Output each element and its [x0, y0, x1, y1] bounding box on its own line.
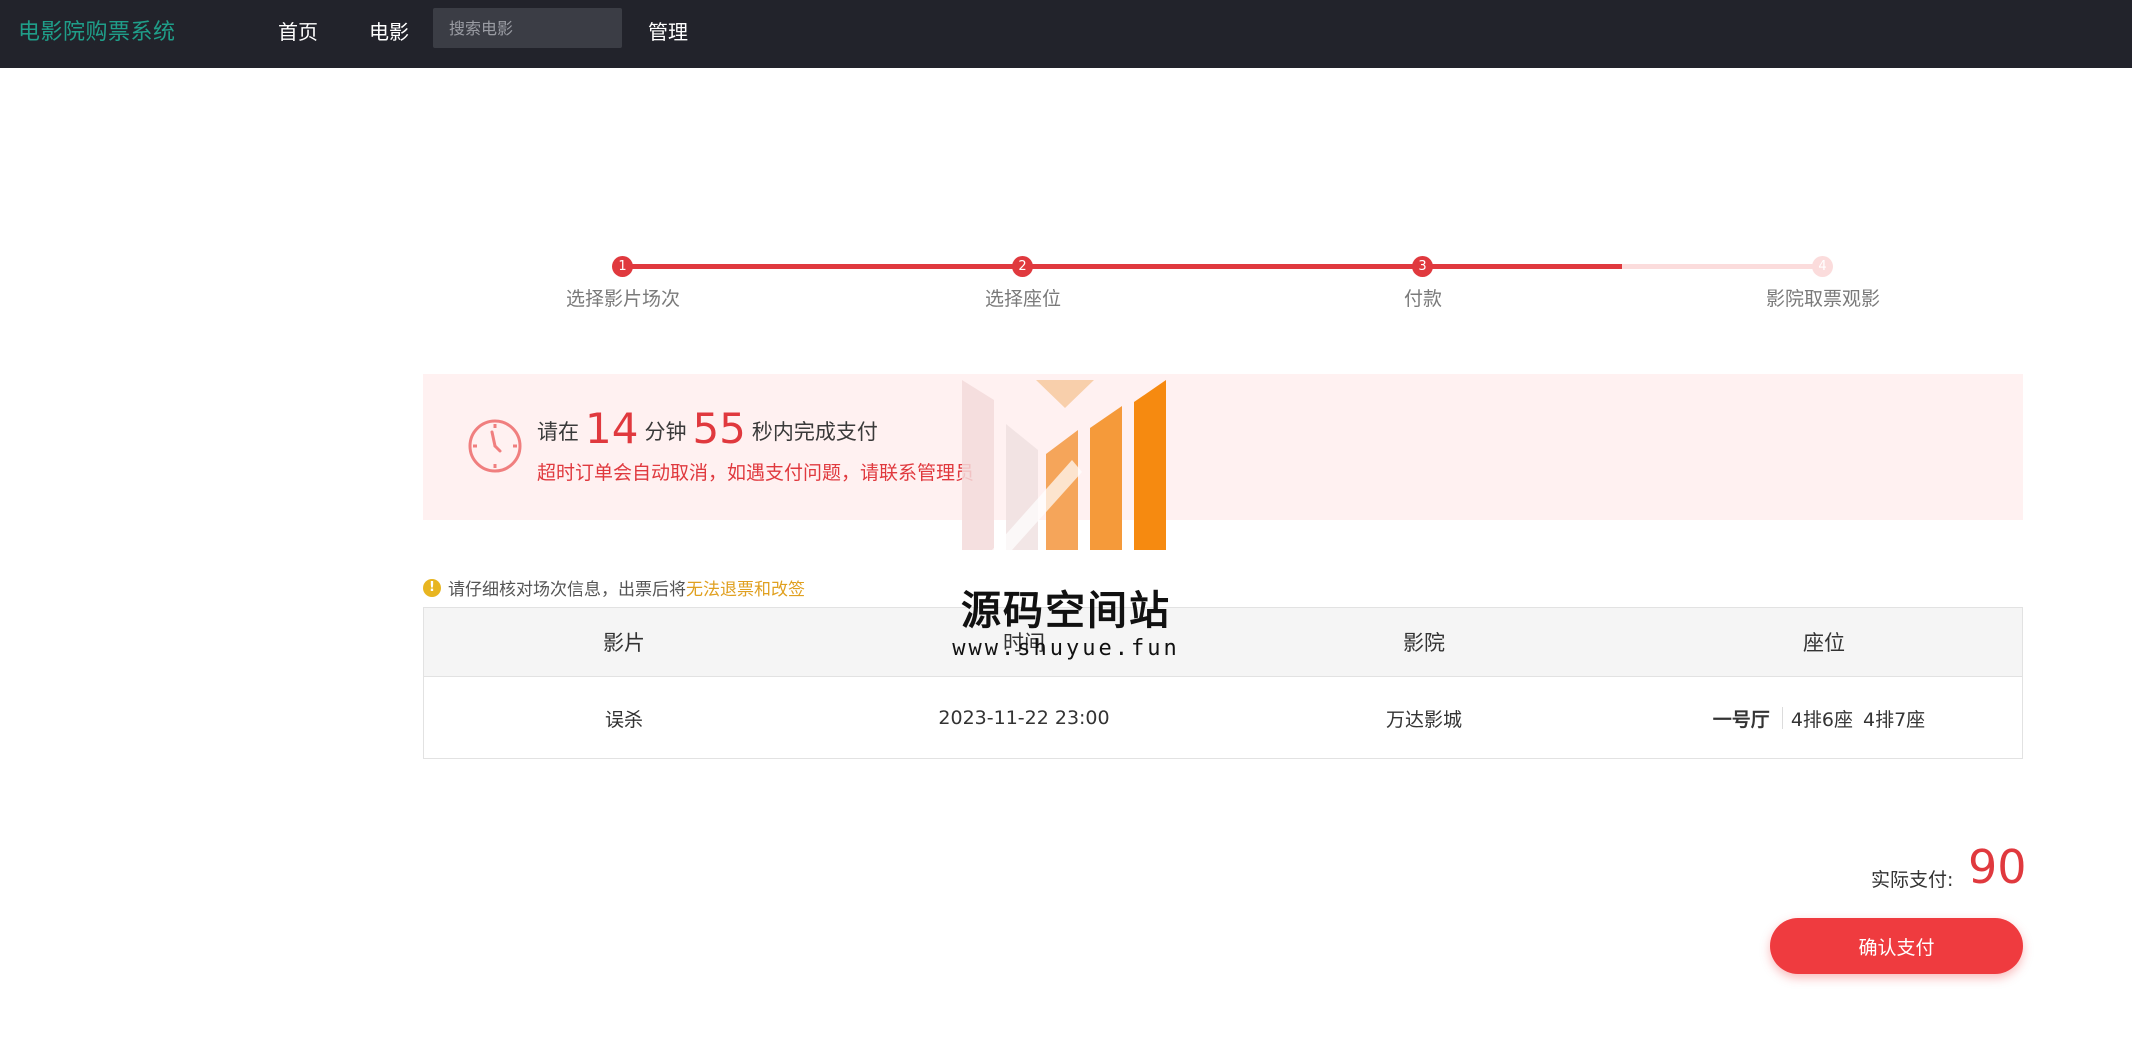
clock-icon: [468, 419, 522, 473]
progress-steps: 1 2 3 4 选择影片场次 选择座位 付款 影院取票观影: [0, 0, 2132, 320]
step-4-dot: 4: [1812, 256, 1833, 277]
step-3-dot: 3: [1412, 256, 1433, 277]
countdown-text: 请在 14 分钟 55 秒内完成支付: [537, 404, 878, 453]
watermark-title: 源码空间站: [961, 588, 1171, 634]
cell-movie: 误杀: [604, 708, 643, 731]
notice-text: 请仔细核对场次信息，出票后将: [448, 580, 686, 600]
step-1-dot: 1: [612, 256, 633, 277]
table-row: 误杀 2023-11-22 23:00 万达影城 一号厅 4排6座 4排7座: [424, 677, 2022, 759]
seat-item: 4排7座: [1863, 708, 1926, 731]
step-3-label: 付款: [1403, 288, 1443, 310]
step-1-label: 选择影片场次: [565, 288, 681, 310]
countdown-seconds: 55: [692, 404, 746, 453]
step-4-label: 影院取票观影: [1765, 288, 1881, 310]
step-2-dot: 2: [1012, 256, 1033, 277]
confirm-payment-button[interactable]: 确认支付: [1770, 918, 2023, 974]
countdown-suffix: 秒内完成支付: [751, 420, 878, 444]
cell-seats: 一号厅 4排6座 4排7座: [1624, 677, 2024, 759]
ticket-notice: ! 请仔细核对场次信息，出票后将 无法退票和改签: [423, 575, 805, 600]
step-progress-line-todo: [1622, 264, 1822, 269]
watermark-url: www.shuyue.fun: [952, 636, 1180, 661]
header-cinema: 影院: [1403, 631, 1445, 655]
info-icon: !: [423, 578, 441, 597]
hall-name: 一号厅: [1712, 708, 1770, 731]
header-seat: 座位: [1803, 631, 1845, 655]
seat-divider: [1781, 707, 1783, 729]
countdown-minutes-unit: 分钟: [644, 420, 687, 444]
watermark-logo: [962, 380, 1166, 550]
step-progress-line-done: [622, 264, 1622, 269]
header-movie: 影片: [603, 631, 645, 655]
timeout-warning: 超时订单会自动取消，如遇支付问题，请联系管理员: [537, 462, 975, 484]
order-info-table: 影片 时间 影院 座位 误杀 2023-11-22 23:00 万达影城 一号厅…: [423, 607, 2023, 759]
table-header-row: 影片 时间 影院 座位: [424, 608, 2022, 677]
step-2-label: 选择座位: [984, 288, 1062, 310]
countdown-prefix: 请在: [537, 420, 579, 444]
seat-item: 4排6座: [1790, 708, 1853, 731]
actual-payment-amount: 90: [1968, 840, 2027, 894]
payment-countdown-panel: 请在 14 分钟 55 秒内完成支付 超时订单会自动取消，如遇支付问题，请联系管理员: [423, 374, 2023, 520]
actual-payment-label: 实际支付:: [1871, 869, 1954, 891]
cell-cinema: 万达影城: [1385, 708, 1462, 731]
cell-time: 2023-11-22 23:00: [938, 707, 1110, 729]
notice-highlight: 无法退票和改签: [686, 580, 805, 600]
countdown-minutes: 14: [585, 404, 639, 453]
